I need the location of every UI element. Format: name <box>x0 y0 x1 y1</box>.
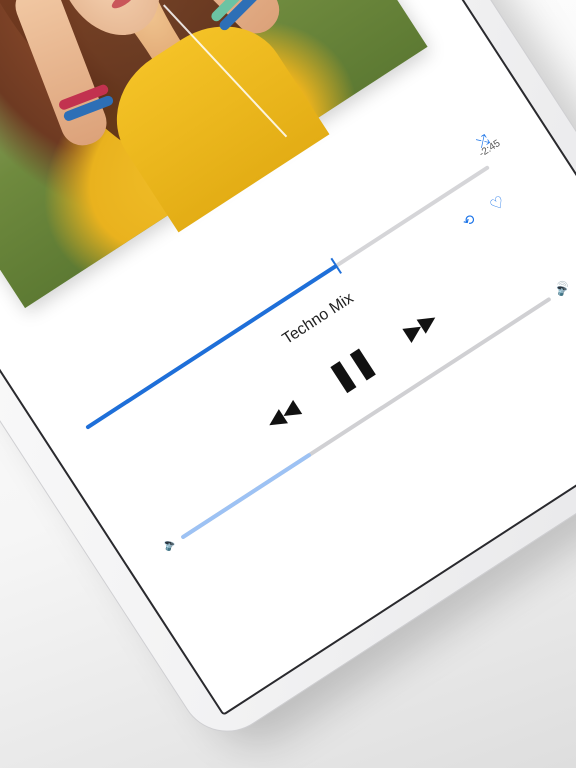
song-title: Techno Mix <box>279 289 357 348</box>
fast-forward-icon[interactable]: ▶▶ <box>395 300 445 352</box>
volume-low-icon: 🔈 <box>159 533 180 554</box>
rewind-icon[interactable]: ◀◀ <box>258 389 308 441</box>
pause-icon[interactable]: ❚❚ <box>321 341 382 400</box>
device-screen: ⤮ -2:45 Techno Mix ⟲ ♡ ◀◀ ❚❚ ▶▶ 🔈 🔊 <box>0 0 576 717</box>
volume-high-icon: 🔊 <box>552 278 573 299</box>
tablet-device: ⤮ -2:45 Techno Mix ⟲ ♡ ◀◀ ❚❚ ▶▶ 🔈 🔊 <box>0 0 576 751</box>
